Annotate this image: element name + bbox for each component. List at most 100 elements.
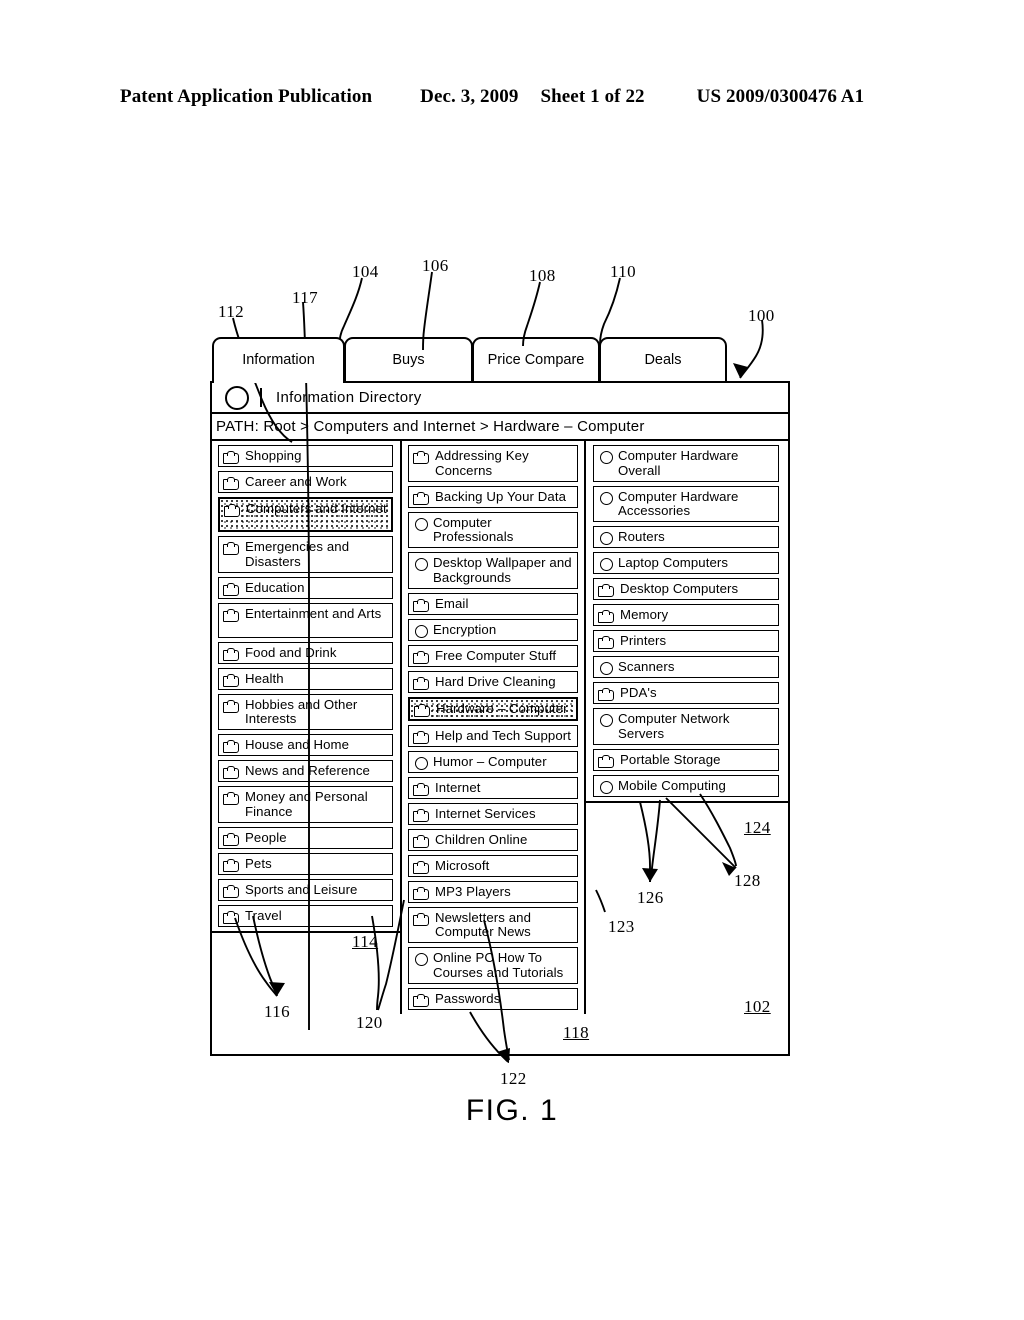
list-item-portable-storage[interactable]: Portable Storage [593,748,779,771]
list-item-label: Humor – Computer [433,753,547,769]
directory-columns: Shopping Career and Work Computers and Int… [212,441,788,1054]
list-item-computers-and-internet[interactable]: Computers and Internet [218,497,393,532]
reference-numeral-116: 116 [264,1002,291,1021]
list-item-email[interactable]: Email [408,592,578,615]
list-item-people[interactable]: People [218,826,393,849]
folder-icon [413,491,430,505]
list-item-label: Pets [245,855,272,871]
topic-list: Computer Hardware Overall Computer Hardwa… [586,441,788,797]
list-item-label: House and Home [245,737,350,753]
list-item-passwords[interactable]: Passwords [408,987,578,1010]
magnifier-icon[interactable] [225,385,249,410]
list-item-food-and-drink[interactable]: Food and Drink [218,641,393,664]
list-item-online-pc-how-to-courses-and-tutorials[interactable]: Online PC How To Courses and Tutorials [408,947,578,984]
folder-icon [223,766,240,780]
list-item-children-online[interactable]: Children Online [408,828,578,851]
list-item-education[interactable]: Education [218,576,393,599]
list-item-internet[interactable]: Internet [408,776,578,799]
list-item-entertainment-and-arts[interactable]: Entertainment and Arts [218,602,393,638]
list-item-label: Email [435,595,469,611]
list-item-hardware-computer[interactable]: Hardware – Computer [408,696,578,721]
list-item-computer-professionals[interactable]: Computer Professionals [408,511,578,549]
reference-numeral-104: 104 [352,262,379,281]
list-item-encryption[interactable]: Encryption [408,618,578,641]
list-item-backing-up-your-data[interactable]: Backing Up Your Data [408,485,578,508]
folder-icon [414,703,431,717]
folder-icon [598,688,615,702]
list-item-travel[interactable]: Travel [218,904,393,927]
list-item-label: Computer Professionals [433,514,514,545]
list-item-humor-computer[interactable]: Humor – Computer [408,750,578,773]
list-item-career-and-work[interactable]: Career and Work [218,471,393,493]
list-item-desktop-wallpaper-and-backgrounds[interactable]: Desktop Wallpaper and Backgrounds [408,552,578,589]
list-item-sports-and-leisure[interactable]: Sports and Leisure [218,878,393,901]
list-item-label: Hardware – Computer [436,700,568,716]
folder-icon [598,584,615,598]
list-item-label: Passwords [435,990,501,1006]
list-item-hobbies-and-other-interests[interactable]: Hobbies and Other Interests [218,693,393,731]
list-item-scanners[interactable]: Scanners [593,656,779,679]
breadcrumb-path: PATH: Root > Computers and Internet > Ha… [212,414,788,441]
tab-label: Deals [644,352,682,369]
list-item-hard-drive-cleaning[interactable]: Hard Drive Cleaning [408,670,578,693]
column-topics: Computer Hardware Overall Computer Hardwa… [586,441,788,803]
list-item-routers[interactable]: Routers [593,526,779,549]
list-item-label: Internet [435,779,481,795]
list-item-label: Computer Hardware Accessories [618,488,739,519]
list-item-label: Career and Work [245,474,347,489]
list-item-pets[interactable]: Pets [218,852,393,875]
list-item-shopping[interactable]: Shopping [218,445,393,467]
list-item-emergencies-and-disasters[interactable]: Emergencies and Disasters [218,536,393,573]
tab-price-compare[interactable]: Price Compare [472,337,600,383]
folder-icon [223,608,240,622]
folder-icon [413,676,430,690]
list-item-laptop-computers[interactable]: Laptop Computers [593,552,779,575]
circle-icon [415,953,428,967]
folder-icon [598,610,615,624]
reference-numeral-108: 108 [529,266,556,285]
list-item-printers[interactable]: Printers [593,630,779,653]
reference-numeral-118: 118 [563,1023,590,1042]
list-item-label: Health [245,670,284,686]
list-item-mp3-players[interactable]: MP3 Players [408,880,578,903]
list-item-mobile-computing[interactable]: Mobile Computing [593,774,779,797]
tab-label: Price Compare [487,352,585,369]
reference-numeral-117: 117 [292,288,319,307]
list-item-label: Food and Drink [245,644,337,660]
list-item-microsoft[interactable]: Microsoft [408,854,578,877]
circle-icon [600,662,613,676]
list-item-label: Desktop Wallpaper and Backgrounds [433,555,572,585]
list-item-pda-s[interactable]: PDA's [593,682,779,705]
list-item-newsletters-and-computer-news[interactable]: Newsletters and Computer News [408,906,578,944]
circle-icon [415,756,428,770]
list-item-money-and-personal-finance[interactable]: Money and Personal Finance [218,786,393,823]
list-item-memory[interactable]: Memory [593,604,779,627]
list-item-label: Education [245,579,305,595]
list-item-label: Portable Storage [620,751,721,767]
folder-icon [223,884,240,898]
subcategory-list: Addressing Key Concerns Backing Up Your D… [402,441,584,1010]
tab-deals[interactable]: Deals [599,337,727,383]
list-item-health[interactable]: Health [218,667,393,690]
list-item-label: Travel [245,907,282,923]
list-item-label: Scanners [618,659,675,675]
separator-bar [260,388,262,407]
folder-icon [413,650,430,664]
tab-buys[interactable]: Buys [344,337,473,383]
list-item-label: Laptop Computers [618,555,729,571]
circle-icon [415,558,428,572]
list-item-internet-services[interactable]: Internet Services [408,802,578,825]
list-item-help-and-tech-support[interactable]: Help and Tech Support [408,724,578,747]
list-item-computer-network-servers[interactable]: Computer Network Servers [593,708,779,745]
list-item-free-computer-stuff[interactable]: Free Computer Stuff [408,644,578,667]
list-item-house-and-home[interactable]: House and Home [218,734,393,757]
list-item-desktop-computers[interactable]: Desktop Computers [593,578,779,601]
list-item-computer-hardware-accessories[interactable]: Computer Hardware Accessories [593,485,779,523]
list-item-addressing-key-concerns[interactable]: Addressing Key Concerns [408,445,578,482]
list-item-label: People [245,829,287,845]
list-item-news-and-reference[interactable]: News and Reference [218,760,393,783]
folder-icon [223,740,240,754]
tab-information[interactable]: Information [212,337,345,383]
circle-icon [600,780,613,794]
list-item-computer-hardware-overall[interactable]: Computer Hardware Overall [593,445,779,482]
